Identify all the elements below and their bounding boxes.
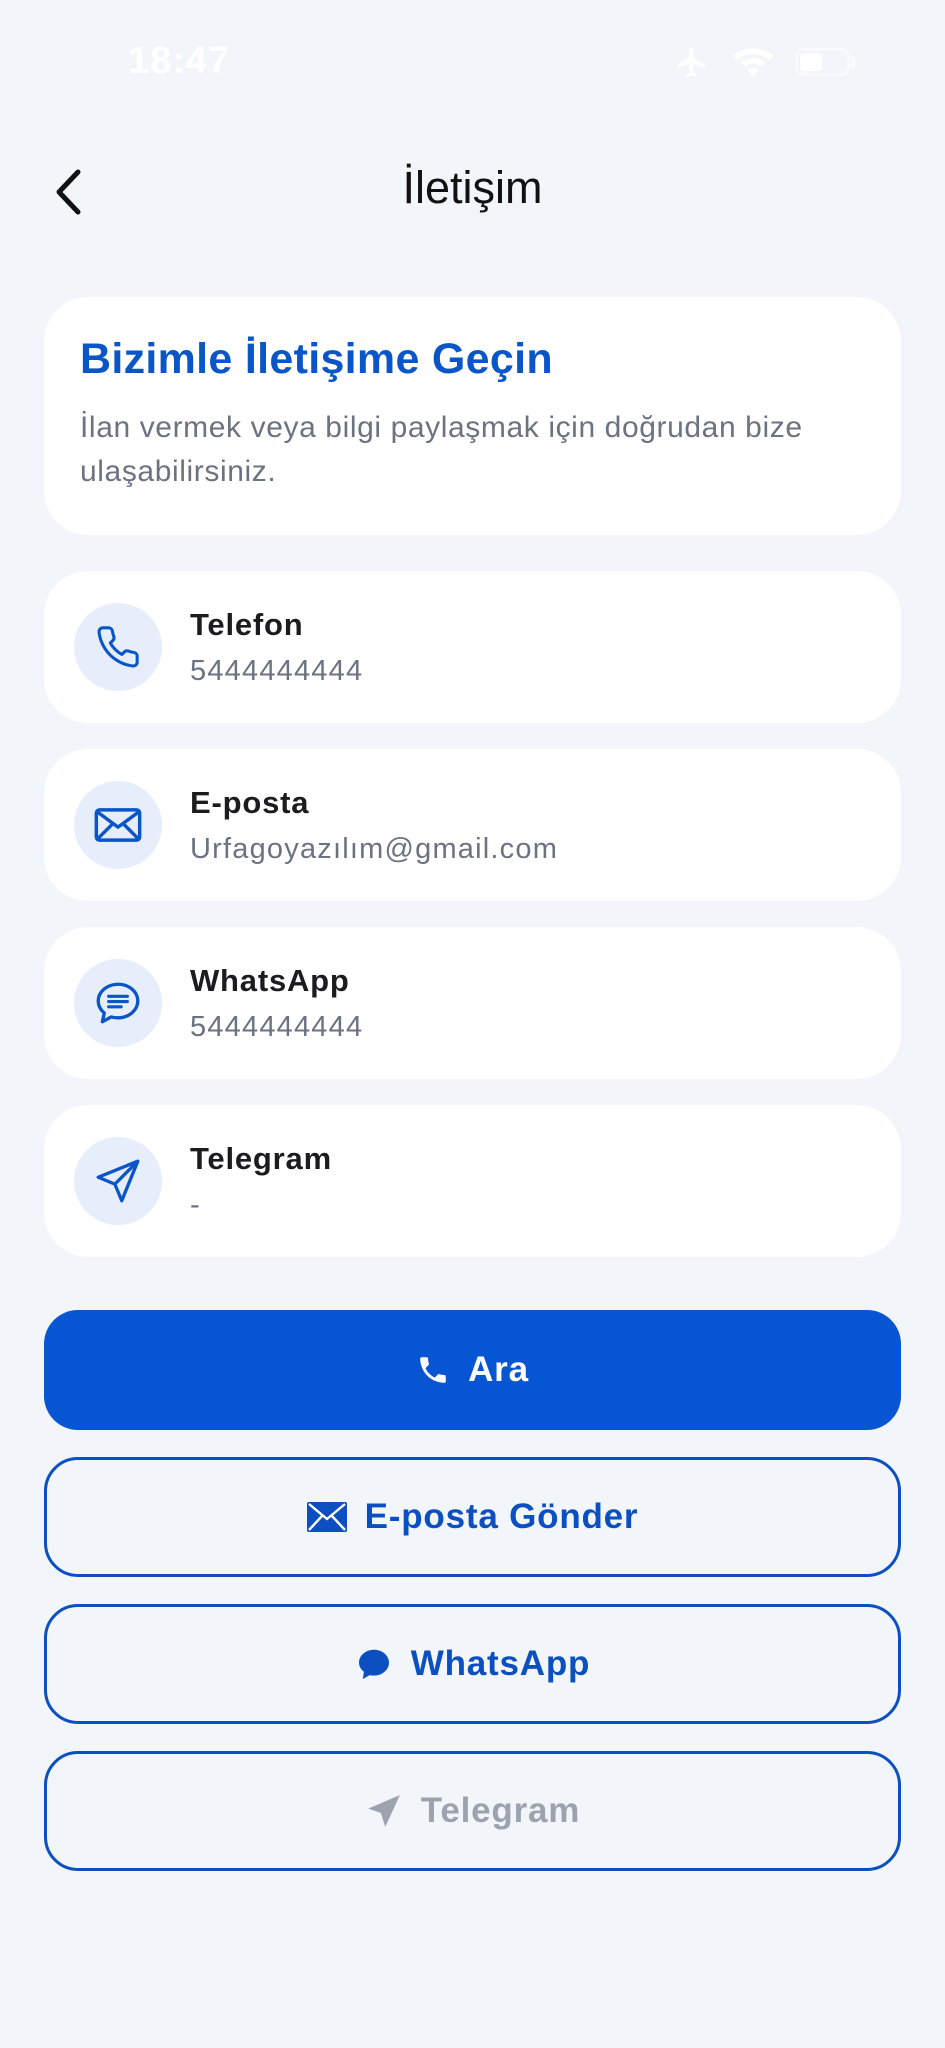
chat-bubble-icon [358, 1649, 389, 1679]
wifi-icon [733, 48, 773, 77]
phone-icon [74, 603, 162, 691]
call-button[interactable]: Ara [44, 1310, 901, 1430]
telegram-button[interactable]: Telegram [44, 1751, 901, 1871]
intro-title: Bizimle İletişime Geçin [80, 335, 553, 383]
contact-label: WhatsApp [190, 963, 350, 998]
contact-label: Telefon [190, 607, 304, 642]
chat-icon [74, 959, 162, 1047]
contact-value: - [190, 1189, 201, 1221]
phone-icon [420, 1357, 446, 1383]
status-time: 18:47 [128, 40, 231, 82]
contact-value: Urfagoyazılım@gmail.com [190, 833, 559, 865]
contact-label: E-posta [190, 785, 310, 820]
mail-icon [306, 1502, 347, 1532]
airplane-icon [677, 47, 706, 77]
telegram-label: Telegram [420, 1791, 581, 1830]
whatsapp-label: WhatsApp [410, 1644, 591, 1683]
send-icon [74, 1137, 162, 1225]
nav-bar: İletişim [0, 150, 945, 234]
page-title: İletişim [402, 162, 543, 213]
status-bar: 18:47 [0, 0, 945, 130]
contact-value: 5444444444 [190, 655, 364, 687]
send-email-button[interactable]: E-posta Gönder [44, 1457, 901, 1577]
status-icons [673, 44, 857, 80]
send-email-label: E-posta Gönder [364, 1497, 639, 1536]
contact-value: 5444444444 [190, 1011, 364, 1043]
contact-label: Telegram [190, 1141, 332, 1176]
contact-card-whatsapp[interactable]: WhatsApp 5444444444 [44, 927, 901, 1079]
contact-card-email[interactable]: E-posta Urfagoyazılım@gmail.com [44, 749, 901, 901]
contact-card-phone[interactable]: Telefon 5444444444 [44, 571, 901, 723]
intro-text: İlan vermek veya bilgi paylaşmak için do… [80, 411, 803, 488]
call-button-label: Ara [468, 1350, 529, 1389]
intro-card: Bizimle İletişime Geçin İlan vermek veya… [44, 297, 901, 535]
mail-icon [74, 781, 162, 869]
whatsapp-button[interactable]: WhatsApp [44, 1604, 901, 1724]
send-icon [367, 1795, 400, 1827]
contact-card-telegram[interactable]: Telegram - [44, 1105, 901, 1257]
battery-icon [795, 48, 855, 76]
